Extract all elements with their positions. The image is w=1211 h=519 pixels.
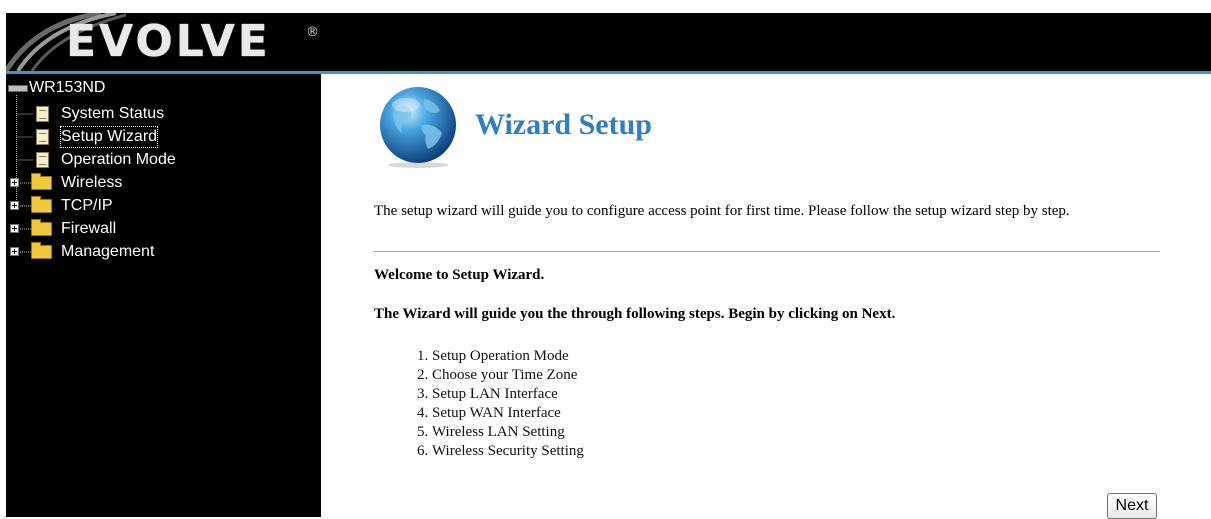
sidebar-item-management[interactable]: Management <box>6 241 226 263</box>
sidebar-item-operation-mode[interactable]: Operation Mode <box>6 149 226 171</box>
sidebar-item-label: Management <box>61 243 155 260</box>
document-icon <box>36 106 49 122</box>
sidebar-item-label: TCP/IP <box>61 197 113 214</box>
header-banner: EVOLVE ® <box>6 13 1211 71</box>
list-item: Choose your Time Zone <box>432 366 584 385</box>
brand-logo: EVOLVE <box>66 16 271 67</box>
sidebar-item-setup-wizard[interactable]: Setup Wizard <box>6 126 226 148</box>
list-item: Wireless Security Setting <box>432 442 584 461</box>
folder-icon <box>31 173 52 190</box>
intro-text: The setup wizard will guide you to confi… <box>374 203 1070 219</box>
expand-plus-icon[interactable] <box>10 201 19 210</box>
tree-root-wr153nd[interactable]: WR153ND <box>6 77 206 99</box>
document-icon <box>36 152 49 168</box>
globe-icon <box>380 87 456 168</box>
sidebar-item-label: Wireless <box>61 174 123 191</box>
guide-text: The Wizard will guide you the through fo… <box>374 306 896 322</box>
folder-icon <box>31 242 52 259</box>
sidebar-item-label: Setup Wizard <box>60 126 159 148</box>
sidebar-item-firewall[interactable]: Firewall <box>6 218 226 240</box>
sidebar-item-wireless[interactable]: Wireless <box>6 172 226 194</box>
folder-icon <box>31 196 52 213</box>
sidebar-item-tcpip[interactable]: TCP/IP <box>6 195 226 217</box>
folder-icon <box>31 219 52 236</box>
welcome-heading: Welcome to Setup Wizard. <box>374 267 545 283</box>
sidebar-tree: WR153ND System Status Setup Wizard Opera… <box>6 74 321 517</box>
wizard-steps-list: Setup Operation Mode Choose your Time Zo… <box>377 347 584 461</box>
expand-plus-icon[interactable] <box>10 178 19 187</box>
next-button[interactable]: Next <box>1107 493 1157 519</box>
expand-plus-icon[interactable] <box>10 224 19 233</box>
list-item: Wireless LAN Setting <box>432 423 584 442</box>
page-title: Wizard Setup <box>475 108 652 141</box>
registered-mark: ® <box>306 25 319 40</box>
tree-root-label: WR153ND <box>29 79 106 96</box>
expand-plus-icon[interactable] <box>10 247 19 256</box>
document-icon <box>36 129 49 145</box>
divider <box>374 251 1160 252</box>
main-content: Wizard Setup The setup wizard will guide… <box>321 74 1211 519</box>
sidebar-item-label: System Status <box>61 105 165 122</box>
sidebar-item-system-status[interactable]: System Status <box>6 103 226 125</box>
router-icon <box>8 85 28 92</box>
list-item: Setup Operation Mode <box>432 347 584 366</box>
list-item: Setup WAN Interface <box>432 404 584 423</box>
list-item: Setup LAN Interface <box>432 385 584 404</box>
sidebar-item-label: Operation Mode <box>61 151 176 168</box>
sidebar-item-label: Firewall <box>61 220 117 237</box>
